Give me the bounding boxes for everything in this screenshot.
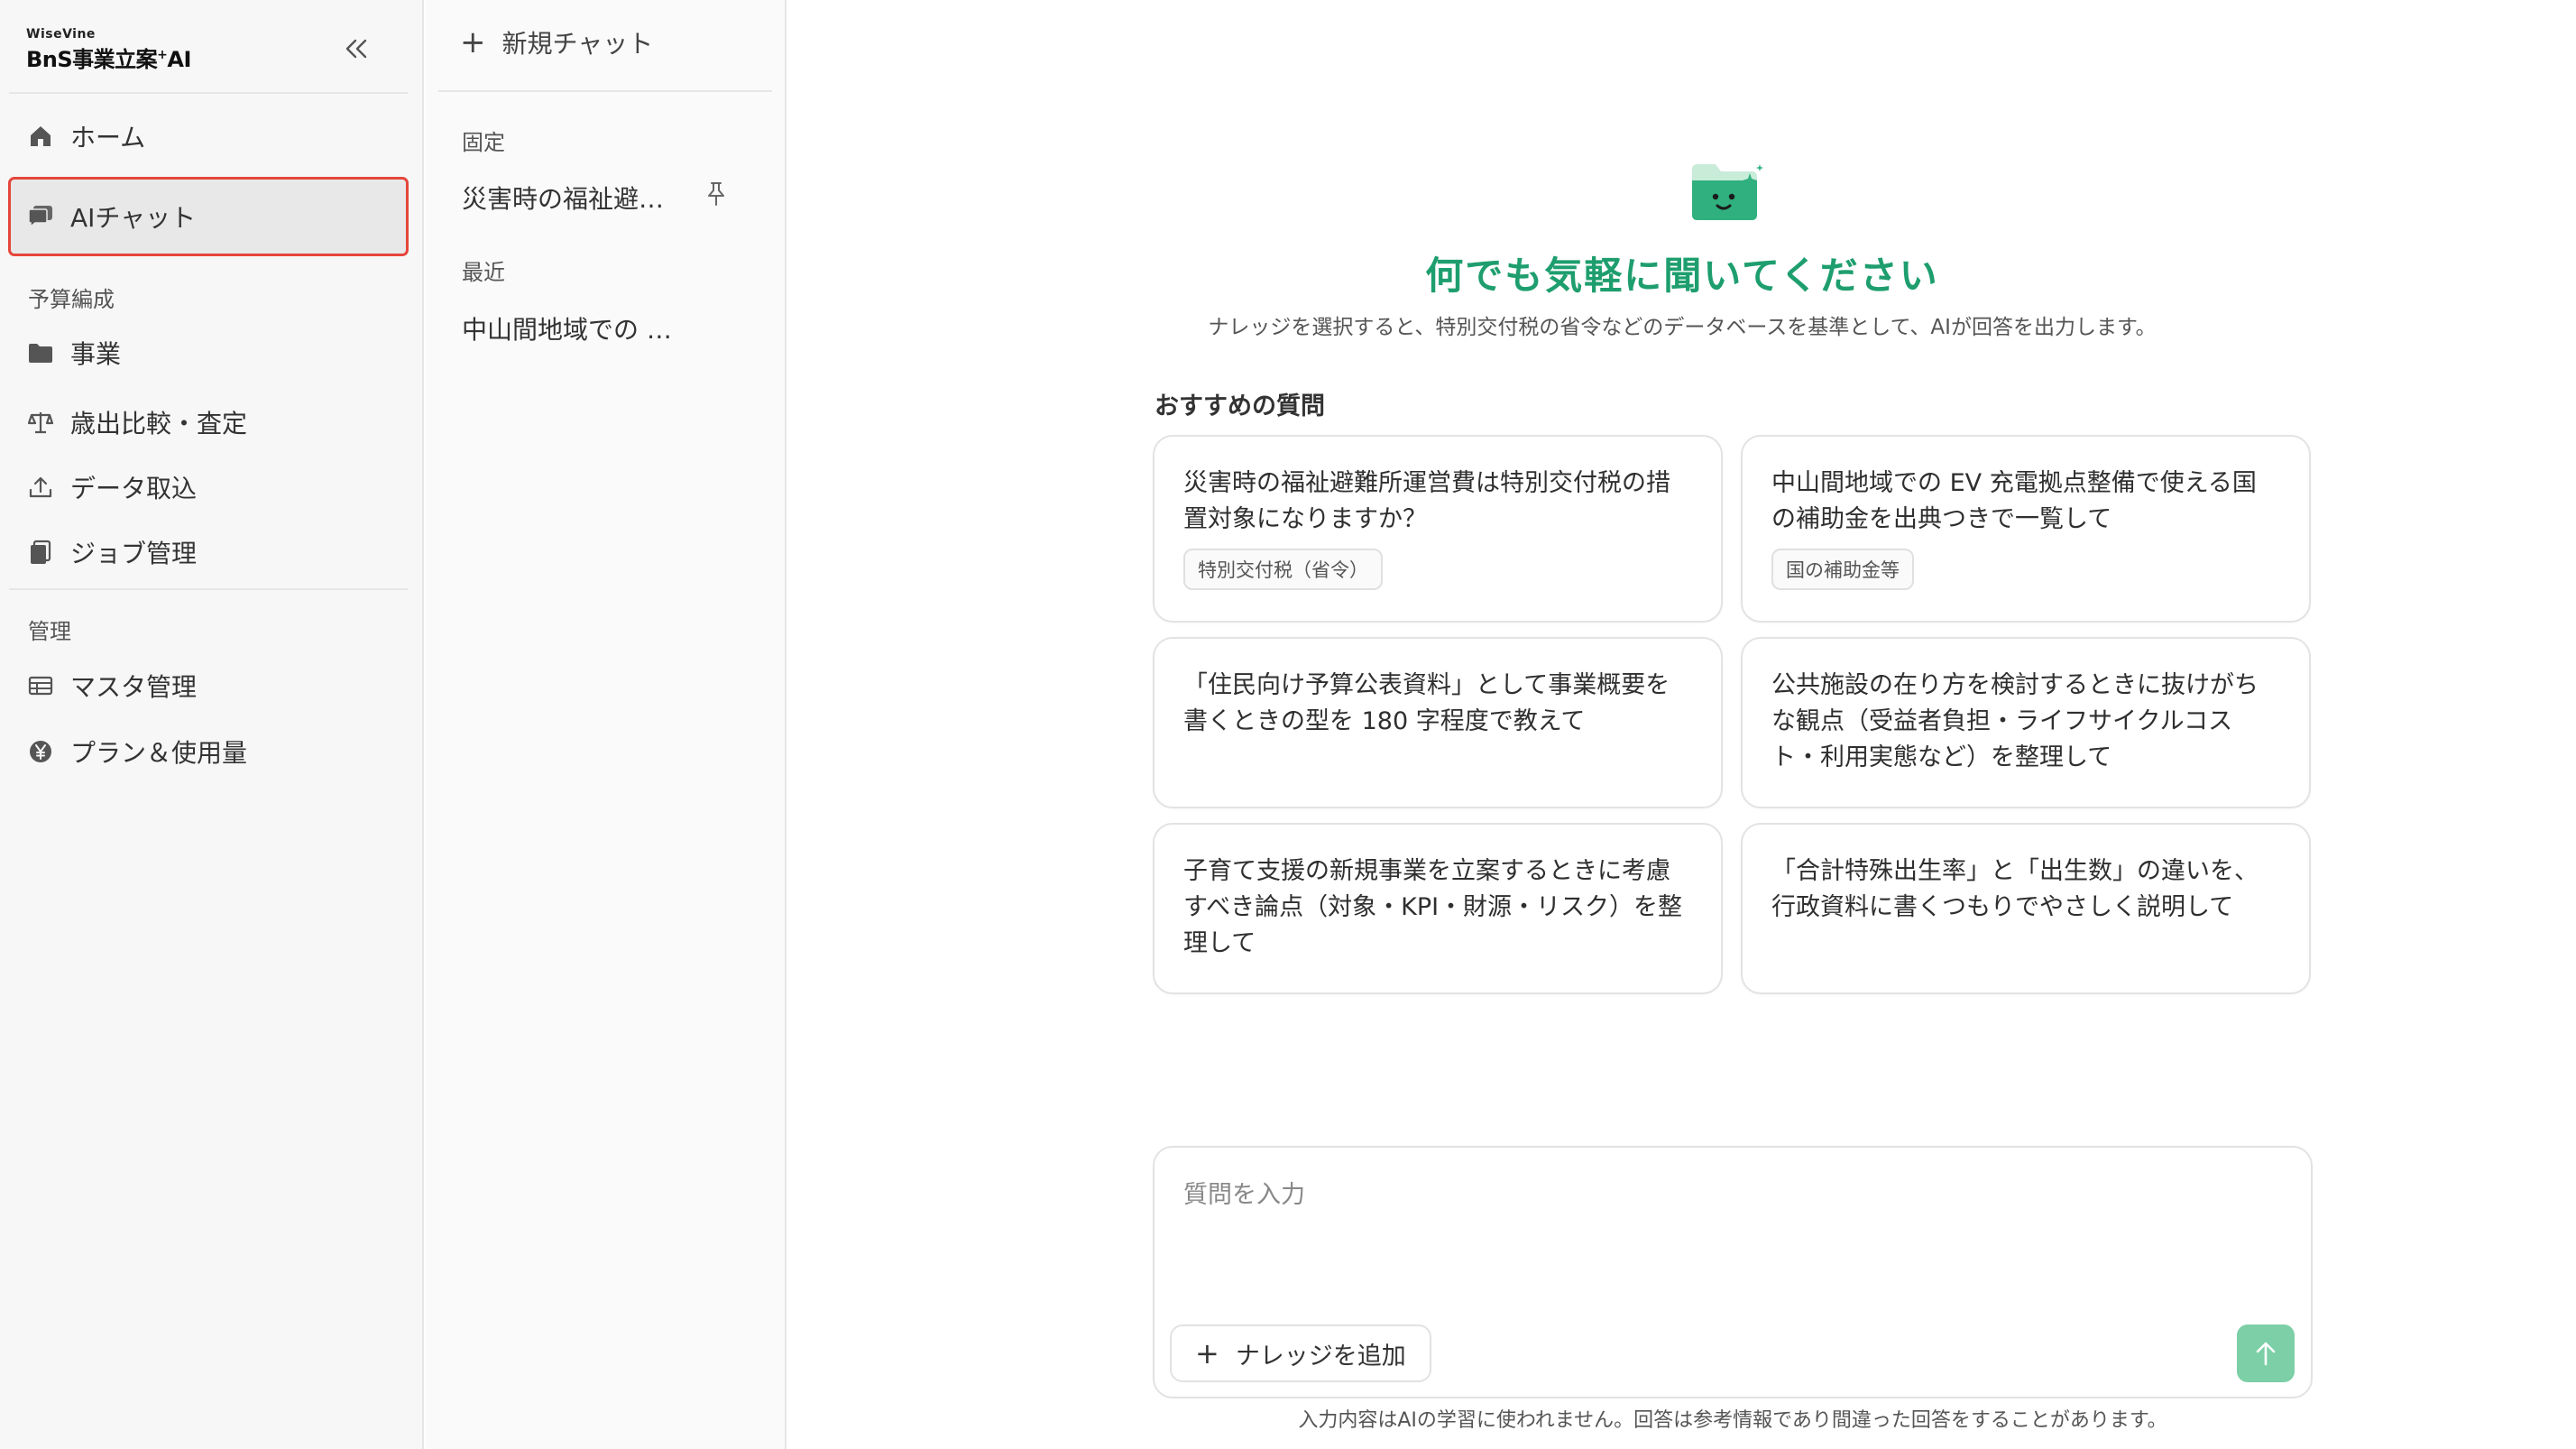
- disclaimer-text: 入力内容はAIの学習に使われません。回答は参考情報であり間違った回答をすることが…: [1298, 1409, 2167, 1432]
- logo-product: BnS事業立案+AI: [26, 47, 191, 72]
- scale-icon: [27, 409, 54, 436]
- sidebar-item-label: 事業: [70, 339, 122, 369]
- history-divider: [438, 90, 772, 92]
- sidebar-item-ai-chat[interactable]: AIチャット: [8, 177, 409, 256]
- sidebar-item-home[interactable]: ホーム: [11, 101, 406, 171]
- pinned-section-label: 固定: [462, 130, 505, 155]
- sidebar-item-plan-usage[interactable]: プラン＆使用量: [11, 719, 406, 784]
- suggestion-text: 「合計特殊出生率」と「出生数」の違いを、行政資料に書くつもりでやさしく説明して: [1771, 857, 2259, 921]
- recent-section-label: 最近: [462, 260, 505, 285]
- yen-icon: [27, 738, 54, 765]
- suggestion-card[interactable]: 「住民向け予算公表資料」として事業概要を書くときの型を 180 字程度で教えて: [1153, 637, 1723, 808]
- sidebar-item-data-import[interactable]: データ取込: [11, 455, 406, 520]
- home-icon: [27, 123, 54, 150]
- sidebar-item-expenditure-compare[interactable]: 歳出比較・査定: [11, 390, 406, 455]
- section-label-budget: 予算編成: [28, 287, 115, 312]
- suggestion-card[interactable]: 中山間地域での EV 充電拠点整備で使える国の補助金を出典つきで一覧して 国の補…: [1741, 435, 2311, 623]
- send-button[interactable]: [2237, 1324, 2295, 1382]
- sidebar: WiseVine BnS事業立案+AI ホーム AIチャット 予算編成 事業 歳…: [0, 0, 424, 1449]
- folder-icon: [27, 339, 54, 366]
- suggestion-card[interactable]: 「合計特殊出生率」と「出生数」の違いを、行政資料に書くつもりでやさしく説明して: [1741, 823, 2311, 994]
- plus-icon: +: [1195, 1336, 1219, 1371]
- suggestion-text: 中山間地域での EV 充電拠点整備で使える国の補助金を出典つきで一覧して: [1771, 469, 2257, 533]
- add-knowledge-button[interactable]: + ナレッジを追加: [1170, 1324, 1431, 1382]
- sidebar-item-label: マスタ管理: [70, 672, 198, 702]
- suggestion-text: 災害時の福祉避難所運営費は特別交付税の措置対象になりますか？: [1183, 469, 1670, 533]
- app-logo[interactable]: WiseVine BnS事業立案+AI: [26, 27, 191, 73]
- suggestion-card[interactable]: 災害時の福祉避難所運営費は特別交付税の措置対象になりますか？ 特別交付税（省令）: [1153, 435, 1723, 623]
- chat-history-panel: + 新規チャット 固定 災害時の福祉避… 最近 中山間地域での …: [426, 0, 787, 1449]
- pin-icon[interactable]: [703, 180, 730, 208]
- suggestion-text: 子育て支援の新規事業を立案するときに考慮すべき論点（対象・KPI・財源・リスク）…: [1183, 857, 1683, 957]
- sidebar-item-label: プラン＆使用量: [70, 738, 248, 768]
- smiling-folder-sparkle-icon: [1688, 161, 1764, 224]
- sidebar-item-label: AIチャット: [70, 203, 197, 233]
- plus-icon: +: [460, 24, 486, 60]
- new-chat-label: 新規チャット: [501, 29, 654, 59]
- clipboard-icon: [27, 539, 54, 566]
- logo-company: WiseVine: [26, 27, 96, 42]
- page-subtitle: ナレッジを選択すると、特別交付税の省令などのデータベースを基準として、AIが回答…: [1208, 316, 2157, 339]
- arrow-up-icon: [2256, 1342, 2276, 1366]
- sidebar-item-label: データ取込: [70, 474, 198, 503]
- knowledge-tag: 特別交付税（省令）: [1183, 549, 1383, 590]
- sidebar-divider: [9, 588, 408, 590]
- recommended-questions-heading: おすすめの質問: [1155, 392, 1325, 420]
- sidebar-item-label: ホーム: [70, 123, 146, 152]
- sidebar-divider: [9, 92, 408, 94]
- add-knowledge-label: ナレッジを追加: [1235, 1342, 1406, 1371]
- knowledge-tag: 国の補助金等: [1771, 549, 1914, 590]
- sidebar-item-label: ジョブ管理: [70, 539, 198, 568]
- new-chat-button[interactable]: + 新規チャット: [460, 20, 653, 65]
- chat-input-box: + ナレッジを追加: [1153, 1146, 2313, 1398]
- double-chevron-left-icon[interactable]: [336, 29, 376, 69]
- recent-chat-item[interactable]: 中山間地域での …: [462, 310, 768, 346]
- table-icon: [27, 672, 54, 699]
- suggestion-text: 公共施設の在り方を検討するときに抜けがちな観点（受益者負担・ライフサイクルコスト…: [1771, 671, 2259, 771]
- sidebar-item-master-management[interactable]: マスタ管理: [11, 653, 406, 718]
- page-title: 何でも気軽に聞いてください: [1425, 254, 1939, 298]
- sidebar-item-job-management[interactable]: ジョブ管理: [11, 520, 406, 585]
- section-label-admin: 管理: [28, 619, 71, 644]
- question-input[interactable]: [1183, 1175, 2266, 1283]
- upload-icon: [27, 474, 54, 501]
- suggestion-card[interactable]: 公共施設の在り方を検討するときに抜けがちな観点（受益者負担・ライフサイクルコスト…: [1741, 637, 2311, 808]
- main-content: 何でも気軽に聞いてください ナレッジを選択すると、特別交付税の省令などのデータベ…: [788, 0, 2576, 1449]
- suggestion-text: 「住民向け予算公表資料」として事業概要を書くときの型を 180 字程度で教えて: [1183, 671, 1670, 735]
- sidebar-item-projects[interactable]: 事業: [11, 320, 406, 385]
- chat-bubbles-icon: [27, 203, 54, 230]
- suggestion-card[interactable]: 子育て支援の新規事業を立案するときに考慮すべき論点（対象・KPI・財源・リスク）…: [1153, 823, 1723, 994]
- sidebar-item-label: 歳出比較・査定: [70, 409, 248, 438]
